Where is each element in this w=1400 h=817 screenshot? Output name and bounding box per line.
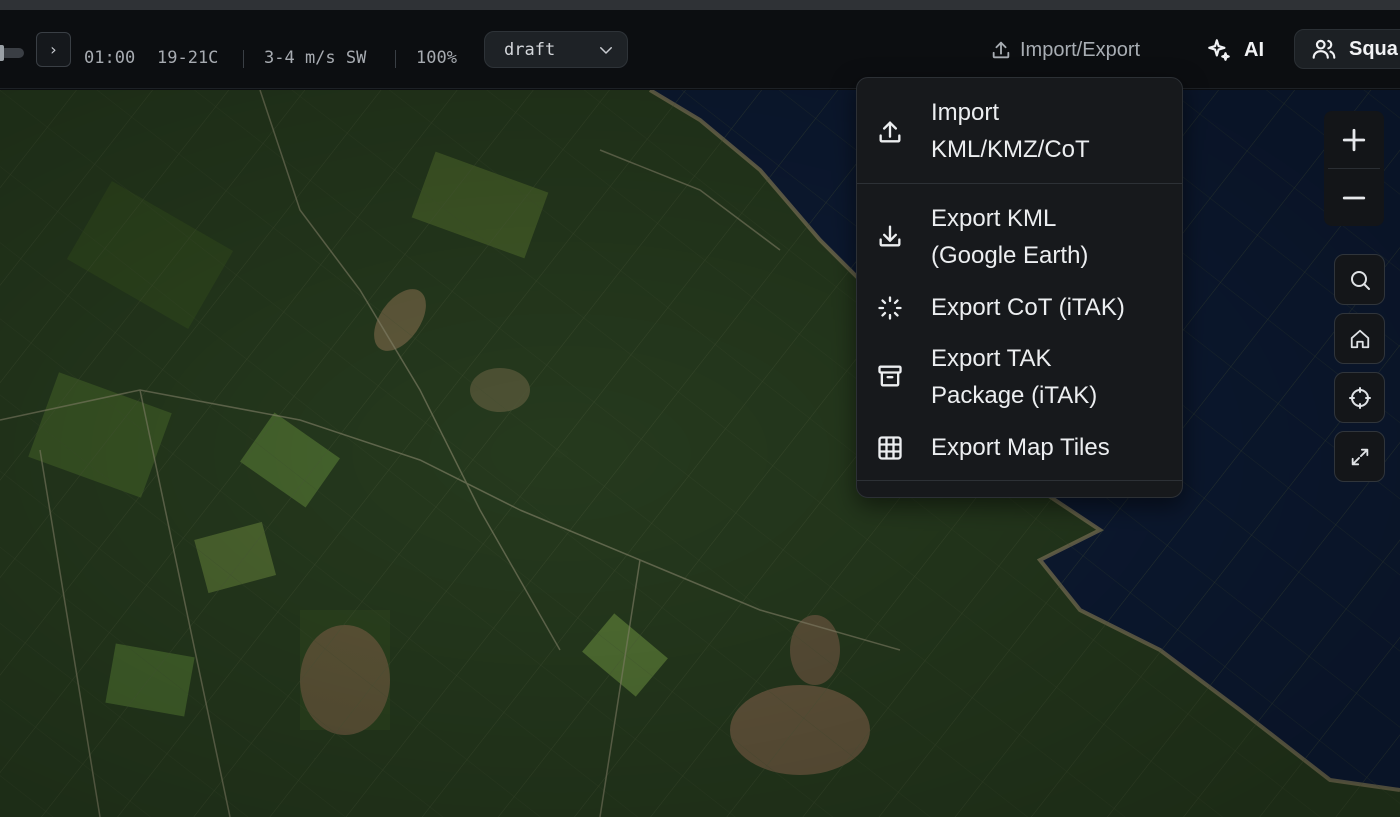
menu-item-export-kml[interactable]: Export KML (Google Earth) <box>857 200 1182 274</box>
mode-select-value: draft <box>504 39 556 60</box>
divider <box>395 50 396 68</box>
menu-item-label: KML/KMZ/CoT <box>931 136 1090 163</box>
import-export-button[interactable]: Import/Export <box>990 36 1140 64</box>
archive-icon <box>878 365 902 387</box>
locate-button[interactable] <box>1334 372 1385 423</box>
menu-item-label: Import <box>931 99 1000 126</box>
toolbar: › 01:00 19-21C 3-4 m/s SW 100% draft Imp… <box>0 10 1400 89</box>
grid-icon <box>878 436 902 460</box>
time-readout: 01:00 <box>84 48 136 68</box>
menu-item-label: Package (iTAK) <box>931 382 1098 409</box>
menu-item-export-cot[interactable]: Export CoT (iTAK) <box>857 288 1182 328</box>
crosshair-icon <box>1348 386 1371 409</box>
map-imagery <box>0 90 1400 817</box>
loader-icon <box>878 296 902 320</box>
import-export-menu: Import KML/KMZ/CoT Export KML (Google Ea… <box>856 77 1183 498</box>
mode-select[interactable]: draft <box>484 31 628 68</box>
upload-icon <box>992 41 1010 59</box>
home-button[interactable] <box>1334 313 1385 364</box>
menu-item-label: Export Map Tiles <box>931 434 1110 461</box>
menu-item-label: (Google Earth) <box>931 242 1089 269</box>
zoom-control-group <box>1324 111 1384 226</box>
next-button[interactable]: › <box>36 32 71 67</box>
timeline-slider[interactable] <box>0 45 24 61</box>
sparkle-icon <box>1208 39 1230 61</box>
squad-button[interactable]: Squa <box>1294 29 1400 69</box>
wind-readout: 3-4 m/s SW <box>264 48 367 68</box>
temperature-readout: 19-21C <box>157 48 219 68</box>
menu-item-label: Export CoT (iTAK) <box>931 294 1125 321</box>
import-export-label: Import/Export <box>1020 38 1141 61</box>
chevron-down-icon <box>600 47 612 54</box>
zoom-readout: 100% <box>416 48 457 68</box>
zoom-in-button[interactable] <box>1324 111 1384 168</box>
upload-icon <box>879 121 901 143</box>
divider <box>243 50 244 68</box>
top-strip <box>0 0 1400 10</box>
home-icon <box>1350 329 1369 348</box>
menu-item-export-tak[interactable]: Export TAK Package (iTAK) <box>857 340 1182 414</box>
fullscreen-button[interactable] <box>1334 431 1385 482</box>
search-button[interactable] <box>1334 254 1385 305</box>
satellite-map[interactable] <box>0 90 1400 817</box>
download-icon <box>879 225 901 247</box>
menu-divider <box>857 480 1182 481</box>
zoom-out-button[interactable] <box>1324 169 1384 226</box>
squad-label: Squa <box>1349 37 1398 60</box>
menu-item-label: Export KML <box>931 205 1057 232</box>
users-icon <box>1312 39 1336 59</box>
plus-icon <box>1342 128 1366 151</box>
search-icon <box>1350 270 1370 290</box>
ai-label: AI <box>1244 38 1264 61</box>
menu-item-label: Export TAK <box>931 345 1052 372</box>
minus-icon <box>1342 196 1366 199</box>
ai-button[interactable]: AI <box>1206 36 1264 64</box>
menu-divider <box>857 183 1182 184</box>
menu-item-import[interactable]: Import KML/KMZ/CoT <box>857 94 1182 186</box>
expand-icon <box>1351 448 1368 465</box>
menu-item-export-tiles[interactable]: Export Map Tiles <box>857 428 1182 468</box>
chevron-right-icon: › <box>50 40 57 59</box>
